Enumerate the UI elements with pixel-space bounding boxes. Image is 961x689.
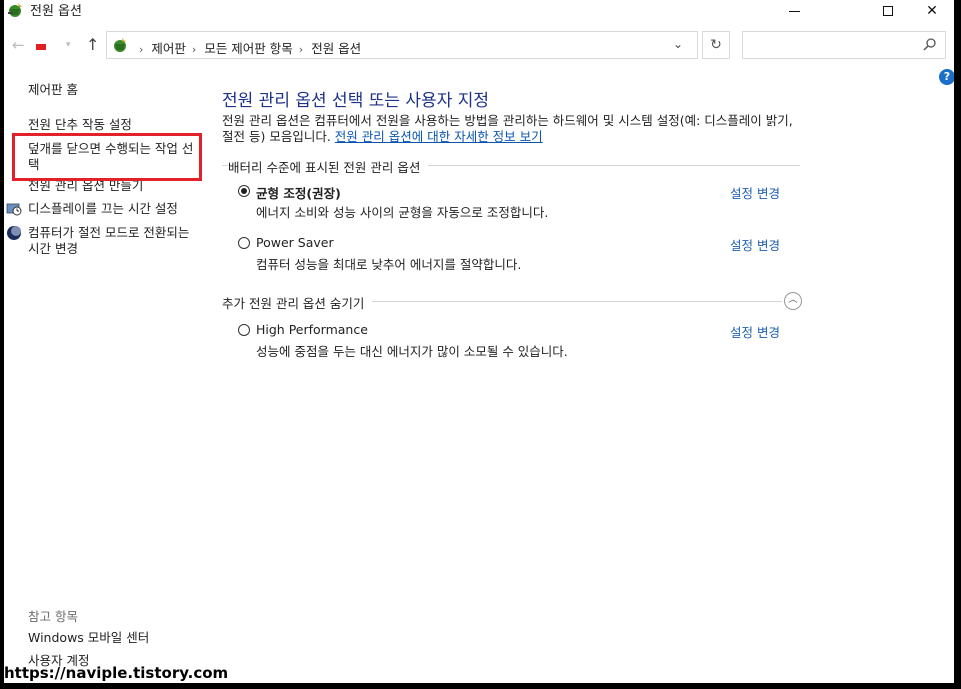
- plan-radio-high-performance[interactable]: [238, 324, 250, 336]
- back-button[interactable]: ←: [12, 36, 25, 54]
- watermark-text: https://naviple.tistory.com: [4, 664, 229, 682]
- sidebar-display-off-settings[interactable]: 디스플레이를 끄는 시간 설정: [28, 201, 178, 217]
- title-bar: 전원 옵션 ✕: [4, 0, 954, 24]
- plan-description: 에너지 소비와 성능 사이의 균형을 자동으로 조정합니다.: [256, 205, 549, 220]
- change-plan-settings-link[interactable]: 설정 변경: [730, 235, 780, 254]
- search-icon: [923, 38, 936, 51]
- more-info-link[interactable]: 전원 관리 옵션에 대한 자세한 정보 보기: [335, 129, 543, 144]
- see-also-heading: 참고 항목: [28, 609, 78, 624]
- refresh-icon: ↻: [710, 37, 722, 53]
- address-bar[interactable]: › 제어판 › 모든 제어판 항목 › 전원 옵션 ⌄: [106, 31, 698, 59]
- forward-button[interactable]: [36, 36, 46, 54]
- highlight-box: [12, 133, 202, 181]
- battery-group-heading: 배터리 수준에 표시된 전원 관리 옵션: [228, 157, 429, 176]
- sidebar-sleep-time-settings[interactable]: 컴퓨터가 절전 모드로 전환되는 시간 변경: [28, 225, 198, 257]
- plan-description: 성능에 중점을 두는 대신 에너지가 많이 소모될 수 있습니다.: [256, 344, 568, 359]
- address-dropdown-icon[interactable]: ⌄: [673, 37, 683, 51]
- search-input[interactable]: [747, 33, 921, 59]
- breadcrumb-separator-icon[interactable]: ›: [192, 43, 196, 56]
- sidebar-power-button-settings[interactable]: 전원 단추 작동 설정: [28, 117, 132, 133]
- change-plan-settings-link[interactable]: 설정 변경: [730, 322, 780, 341]
- page-description: 전원 관리 옵션은 컴퓨터에서 전원을 사용하는 방법을 관리하는 하드웨어 및…: [222, 113, 804, 145]
- breadcrumb-control-panel[interactable]: 제어판: [151, 41, 186, 56]
- breadcrumb-power-options[interactable]: 전원 옵션: [311, 41, 361, 56]
- plan-radio-balanced[interactable]: [238, 185, 250, 197]
- plan-description: 컴퓨터 성능을 최대로 낮추어 에너지를 절약합니다.: [256, 257, 522, 272]
- plan-radio-power-saver[interactable]: [238, 237, 250, 249]
- plan-name[interactable]: 균형 조정(권장): [256, 183, 341, 202]
- hidden-plans-toggle-label[interactable]: 추가 전원 관리 옵션 숨기기: [222, 293, 373, 312]
- navigation-bar: ← ▾ ↑ › 제어판 › 모든 제어판 항목 › 전원 옵션 ⌄ ↻: [4, 28, 954, 62]
- sidebar-mobility-center[interactable]: Windows 모바일 센터: [28, 630, 149, 646]
- sleep-moon-icon: [7, 226, 21, 240]
- change-plan-settings-link[interactable]: 설정 변경: [730, 183, 780, 202]
- refresh-button[interactable]: ↻: [702, 31, 730, 59]
- power-options-window: 전원 옵션 ✕ ← ▾ ↑ › 제어판 › 모든 제어판 항목 › 전원 옵션 ⌄ ↻: [4, 0, 954, 683]
- breadcrumb-separator-icon[interactable]: ›: [299, 43, 303, 56]
- recent-locations-dropdown[interactable]: ▾: [66, 40, 71, 50]
- plan-name[interactable]: High Performance: [256, 322, 368, 337]
- up-button[interactable]: ↑: [86, 35, 99, 54]
- power-options-icon: [8, 3, 22, 17]
- plan-name[interactable]: Power Saver: [256, 235, 334, 250]
- sidebar-control-panel-home[interactable]: 제어판 홈: [28, 82, 78, 98]
- maximize-icon: [883, 6, 893, 16]
- close-button[interactable]: ✕: [910, 0, 954, 22]
- breadcrumb-separator-icon: ›: [139, 43, 144, 56]
- page-title: 전원 관리 옵션 선택 또는 사용자 지정: [222, 91, 490, 111]
- breadcrumb: › 제어판 › 모든 제어판 항목 › 전원 옵션: [133, 38, 361, 57]
- minimize-icon: [788, 10, 800, 12]
- collapse-chevron-up-icon[interactable]: ︿: [784, 292, 802, 310]
- forward-icon: [36, 44, 46, 50]
- help-icon[interactable]: ?: [939, 69, 954, 85]
- search-box[interactable]: [742, 31, 946, 59]
- window-title: 전원 옵션: [30, 4, 82, 19]
- minimize-button[interactable]: [772, 0, 816, 22]
- close-icon: ✕: [926, 3, 938, 19]
- breadcrumb-all-items[interactable]: 모든 제어판 항목: [204, 41, 292, 56]
- control-panel-icon: [114, 38, 126, 52]
- monitor-clock-icon: [6, 203, 22, 216]
- main-content: 전원 관리 옵션 선택 또는 사용자 지정 전원 관리 옵션은 컴퓨터에서 전원…: [222, 70, 822, 670]
- maximize-button[interactable]: [866, 0, 910, 22]
